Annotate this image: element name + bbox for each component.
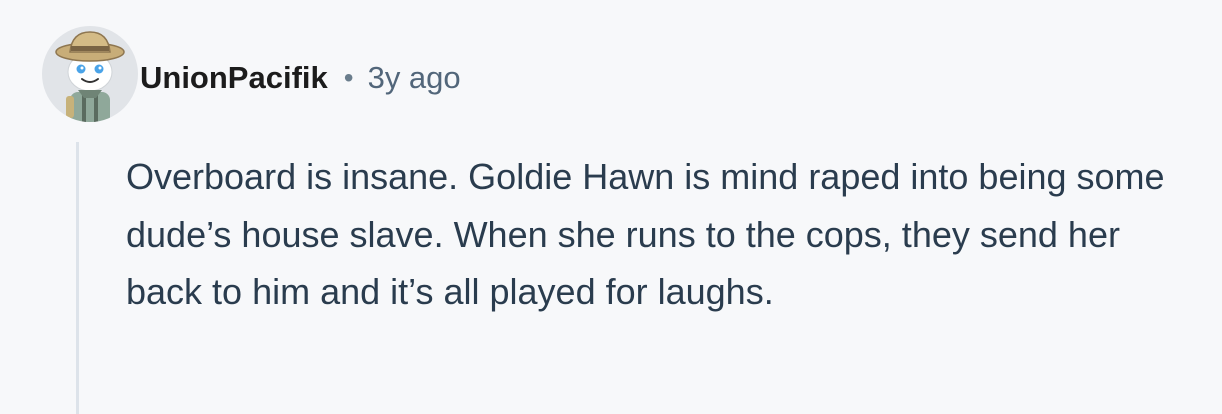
avatar[interactable] <box>42 26 138 122</box>
comment-timestamp[interactable]: 3y ago <box>368 60 461 96</box>
thread-collapse-line[interactable] <box>76 142 79 414</box>
author-username[interactable]: UnionPacifik <box>140 60 328 96</box>
comment-header: UnionPacifik • 3y ago <box>140 56 461 100</box>
comment-body: Overboard is insane. Goldie Hawn is mind… <box>126 156 1165 312</box>
separator-dot: • <box>343 62 354 93</box>
comment: UnionPacifik • 3y ago Overboard is insan… <box>0 0 1222 414</box>
snoo-explorer-avatar-icon <box>55 31 125 122</box>
